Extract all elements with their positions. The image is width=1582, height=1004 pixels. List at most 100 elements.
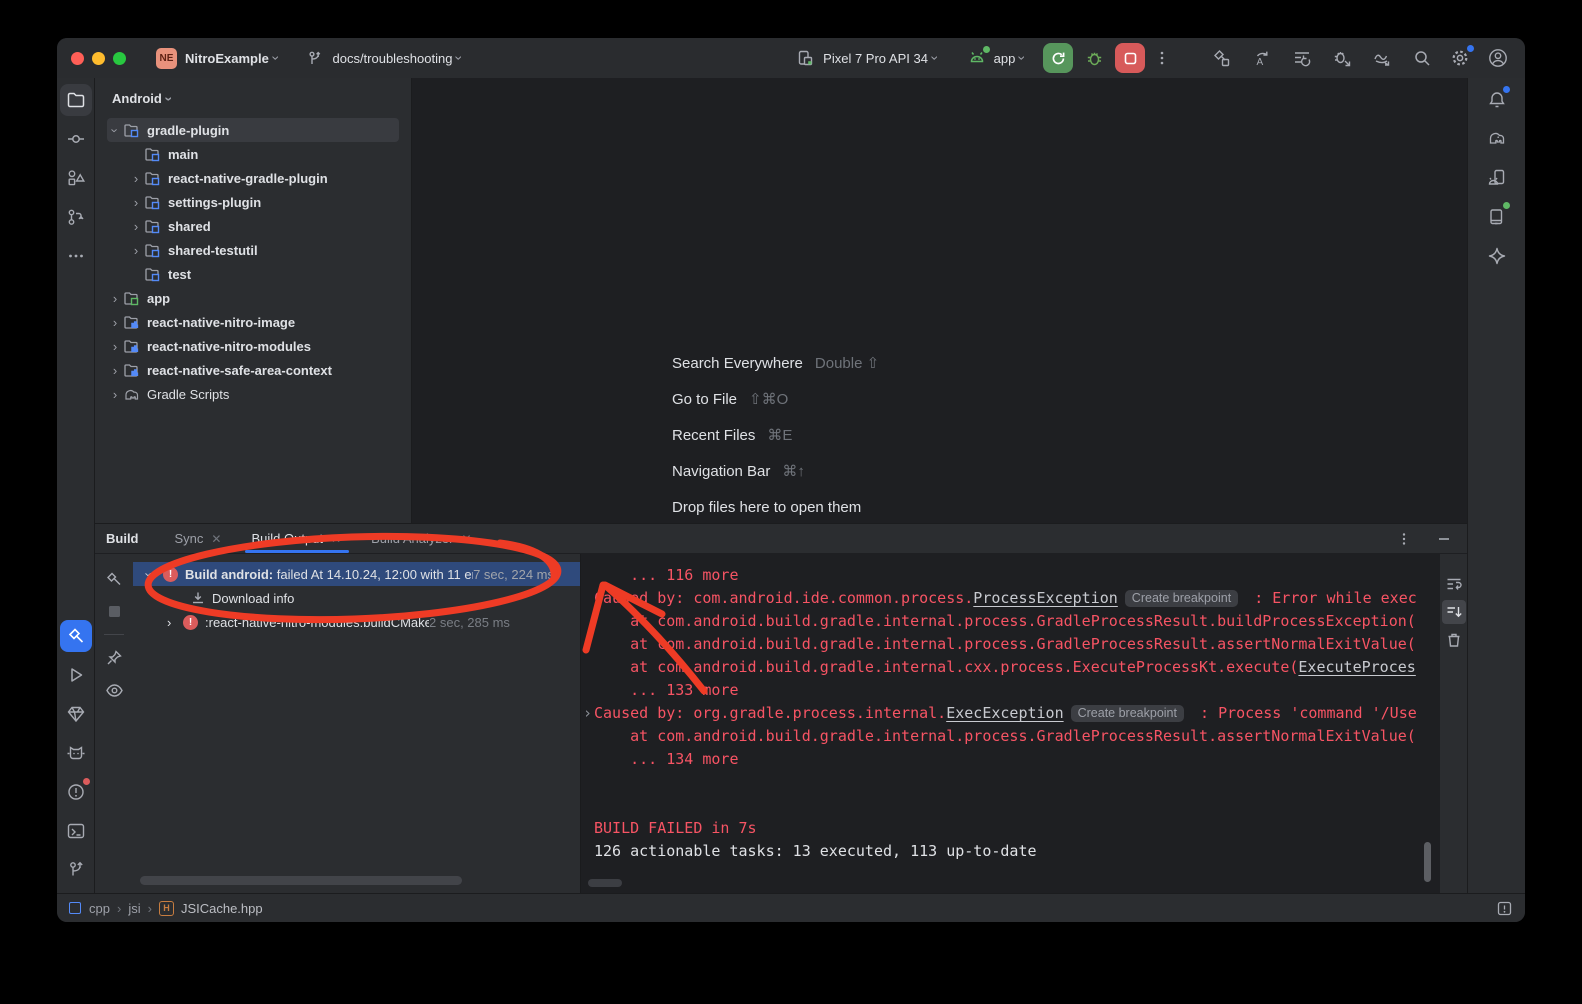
chevron-expanded-icon[interactable] bbox=[107, 123, 123, 138]
project-view-selector[interactable]: Android bbox=[95, 78, 411, 106]
tab-build-output[interactable]: Build Output bbox=[251, 524, 341, 553]
tree-row-settings-plugin[interactable]: settings-plugin bbox=[107, 190, 399, 214]
expand-chevron-icon[interactable]: › bbox=[583, 702, 592, 725]
event-log-icon[interactable] bbox=[1496, 900, 1513, 917]
pull-requests-tool-button[interactable] bbox=[60, 201, 92, 233]
options-kebab-icon[interactable] bbox=[1391, 526, 1417, 552]
clear-all-icon[interactable] bbox=[1442, 628, 1466, 652]
tree-row-gradle-scripts[interactable]: Gradle Scripts bbox=[107, 382, 399, 406]
terminal-tool-button[interactable] bbox=[60, 815, 92, 847]
download-icon bbox=[189, 590, 206, 607]
branch-name[interactable]: docs/troubleshooting bbox=[332, 51, 452, 66]
chevron-collapsed-icon[interactable] bbox=[107, 315, 123, 330]
tree-horizontal-scrollbar[interactable] bbox=[140, 876, 462, 885]
tree-row-react-native-gradle-plugin[interactable]: react-native-gradle-plugin bbox=[107, 166, 399, 190]
stop-button[interactable] bbox=[1115, 43, 1145, 73]
editor-area: Search Everywhere Double ⇧ Go to File ⇧⌘… bbox=[412, 78, 1467, 523]
zoom-window-button[interactable] bbox=[113, 52, 126, 65]
more-actions-icon[interactable] bbox=[1149, 45, 1175, 71]
view-options-eye-icon[interactable] bbox=[101, 677, 127, 703]
tree-row-shared-testutil[interactable]: shared-testutil bbox=[107, 238, 399, 262]
gemini-tool-button[interactable] bbox=[1481, 240, 1513, 272]
hide-tool-window-icon[interactable] bbox=[1431, 526, 1457, 552]
device-name: Pixel 7 Pro API 34 bbox=[823, 51, 928, 66]
breadcrumb-jsi[interactable]: jsi bbox=[128, 901, 140, 916]
running-devices-tool-button[interactable] bbox=[1481, 201, 1513, 233]
download-info-row[interactable]: Download info bbox=[133, 586, 580, 610]
chevron-collapsed-icon[interactable] bbox=[107, 387, 123, 402]
apply-code-changes-icon[interactable] bbox=[1289, 45, 1315, 71]
tree-row-react-native-safe-area-context[interactable]: react-native-safe-area-context bbox=[107, 358, 399, 382]
chevron-expanded-icon[interactable] bbox=[147, 567, 163, 582]
stop-build-icon[interactable] bbox=[101, 598, 127, 624]
notifications-tool-button[interactable] bbox=[1481, 84, 1513, 116]
create-breakpoint-badge[interactable]: Create breakpoint bbox=[1071, 705, 1184, 722]
profiler-icon[interactable] bbox=[1369, 45, 1395, 71]
tree-row-shared[interactable]: shared bbox=[107, 214, 399, 238]
chevron-collapsed-icon[interactable] bbox=[107, 363, 123, 378]
resource-manager-tool-button[interactable] bbox=[60, 162, 92, 194]
build-header: Build Sync Build Output Build Analyzer bbox=[95, 524, 1467, 554]
tree-row-test[interactable]: test bbox=[107, 262, 399, 286]
close-tab-icon[interactable] bbox=[211, 532, 221, 546]
rerun-button[interactable] bbox=[1043, 43, 1073, 73]
failed-task-row[interactable]: ! :react-native-nitro-modules:buildCMake… bbox=[133, 610, 580, 634]
close-tab-icon[interactable] bbox=[461, 532, 471, 546]
create-breakpoint-badge[interactable]: Create breakpoint bbox=[1125, 590, 1238, 607]
build-root-row[interactable]: ! Build android: failed At 14.10.24, 12:… bbox=[133, 562, 580, 586]
tab-sync[interactable]: Sync bbox=[175, 524, 222, 553]
version-control-tool-button[interactable] bbox=[60, 854, 92, 886]
device-explorer-tool-button[interactable] bbox=[1481, 162, 1513, 194]
close-window-button[interactable] bbox=[71, 52, 84, 65]
chevron-collapsed-icon[interactable] bbox=[128, 195, 144, 210]
restart-build-icon[interactable] bbox=[101, 566, 127, 592]
chevron-collapsed-icon[interactable] bbox=[128, 243, 144, 258]
run-configuration-selector[interactable]: app bbox=[964, 45, 1025, 71]
tree-row-gradle-plugin[interactable]: gradle-plugin bbox=[107, 118, 399, 142]
chevron-collapsed-icon[interactable] bbox=[167, 615, 183, 630]
chevron-collapsed-icon[interactable] bbox=[128, 219, 144, 234]
console-vertical-scrollbar[interactable] bbox=[1424, 842, 1431, 882]
settings-icon[interactable] bbox=[1447, 45, 1473, 71]
chevron-collapsed-icon[interactable] bbox=[128, 171, 144, 186]
project-panel: Android gradle-plugin bbox=[95, 78, 412, 523]
minimize-window-button[interactable] bbox=[92, 52, 105, 65]
chevron-collapsed-icon[interactable] bbox=[107, 339, 123, 354]
debug-button[interactable] bbox=[1081, 45, 1107, 71]
device-selector[interactable]: Pixel 7 Pro API 34 bbox=[792, 45, 937, 71]
problems-tool-button[interactable] bbox=[60, 776, 92, 808]
pin-tab-icon[interactable] bbox=[101, 645, 127, 671]
console-line: at com.android.build.gradle.internal.pro… bbox=[594, 633, 1440, 656]
tree-row-app[interactable]: app bbox=[107, 286, 399, 310]
project-tool-button[interactable] bbox=[60, 84, 92, 116]
gradle-tool-button[interactable] bbox=[1481, 123, 1513, 155]
build-console[interactable]: ... 116 more Caused by: com.android.ide.… bbox=[580, 554, 1440, 894]
commit-tool-button[interactable] bbox=[60, 123, 92, 155]
tab-build-analyzer[interactable]: Build Analyzer bbox=[371, 524, 471, 553]
source-link[interactable]: ExecuteProces bbox=[1298, 658, 1415, 676]
breadcrumb-file[interactable]: JSICache.hpp bbox=[181, 901, 263, 916]
more-tool-windows-button[interactable] bbox=[60, 240, 92, 272]
tree-row-main[interactable]: main bbox=[107, 142, 399, 166]
run-tool-button[interactable] bbox=[60, 659, 92, 691]
console-horizontal-scrollbar[interactable] bbox=[588, 879, 622, 887]
close-tab-icon[interactable] bbox=[331, 532, 341, 546]
exception-link[interactable]: ProcessException bbox=[973, 589, 1118, 607]
gem-tool-button[interactable] bbox=[60, 698, 92, 730]
logcat-tool-button[interactable] bbox=[60, 737, 92, 769]
build-tool-button[interactable] bbox=[60, 620, 92, 652]
tree-row-react-native-nitro-modules[interactable]: react-native-nitro-modules bbox=[107, 334, 399, 358]
account-icon[interactable] bbox=[1485, 45, 1511, 71]
attach-debugger-icon[interactable] bbox=[1329, 45, 1355, 71]
project-name[interactable]: NitroExample bbox=[185, 51, 269, 66]
console-line bbox=[594, 771, 1440, 794]
search-icon[interactable] bbox=[1409, 45, 1435, 71]
build-icon[interactable] bbox=[1209, 45, 1235, 71]
scroll-to-end-icon[interactable] bbox=[1442, 600, 1466, 624]
apply-changes-icon[interactable]: A bbox=[1249, 45, 1275, 71]
chevron-collapsed-icon[interactable] bbox=[107, 291, 123, 306]
soft-wrap-icon[interactable] bbox=[1442, 572, 1466, 596]
breadcrumb-cpp[interactable]: cpp bbox=[89, 901, 110, 916]
tree-row-react-native-nitro-image[interactable]: react-native-nitro-image bbox=[107, 310, 399, 334]
exception-link[interactable]: ExecException bbox=[946, 704, 1063, 722]
